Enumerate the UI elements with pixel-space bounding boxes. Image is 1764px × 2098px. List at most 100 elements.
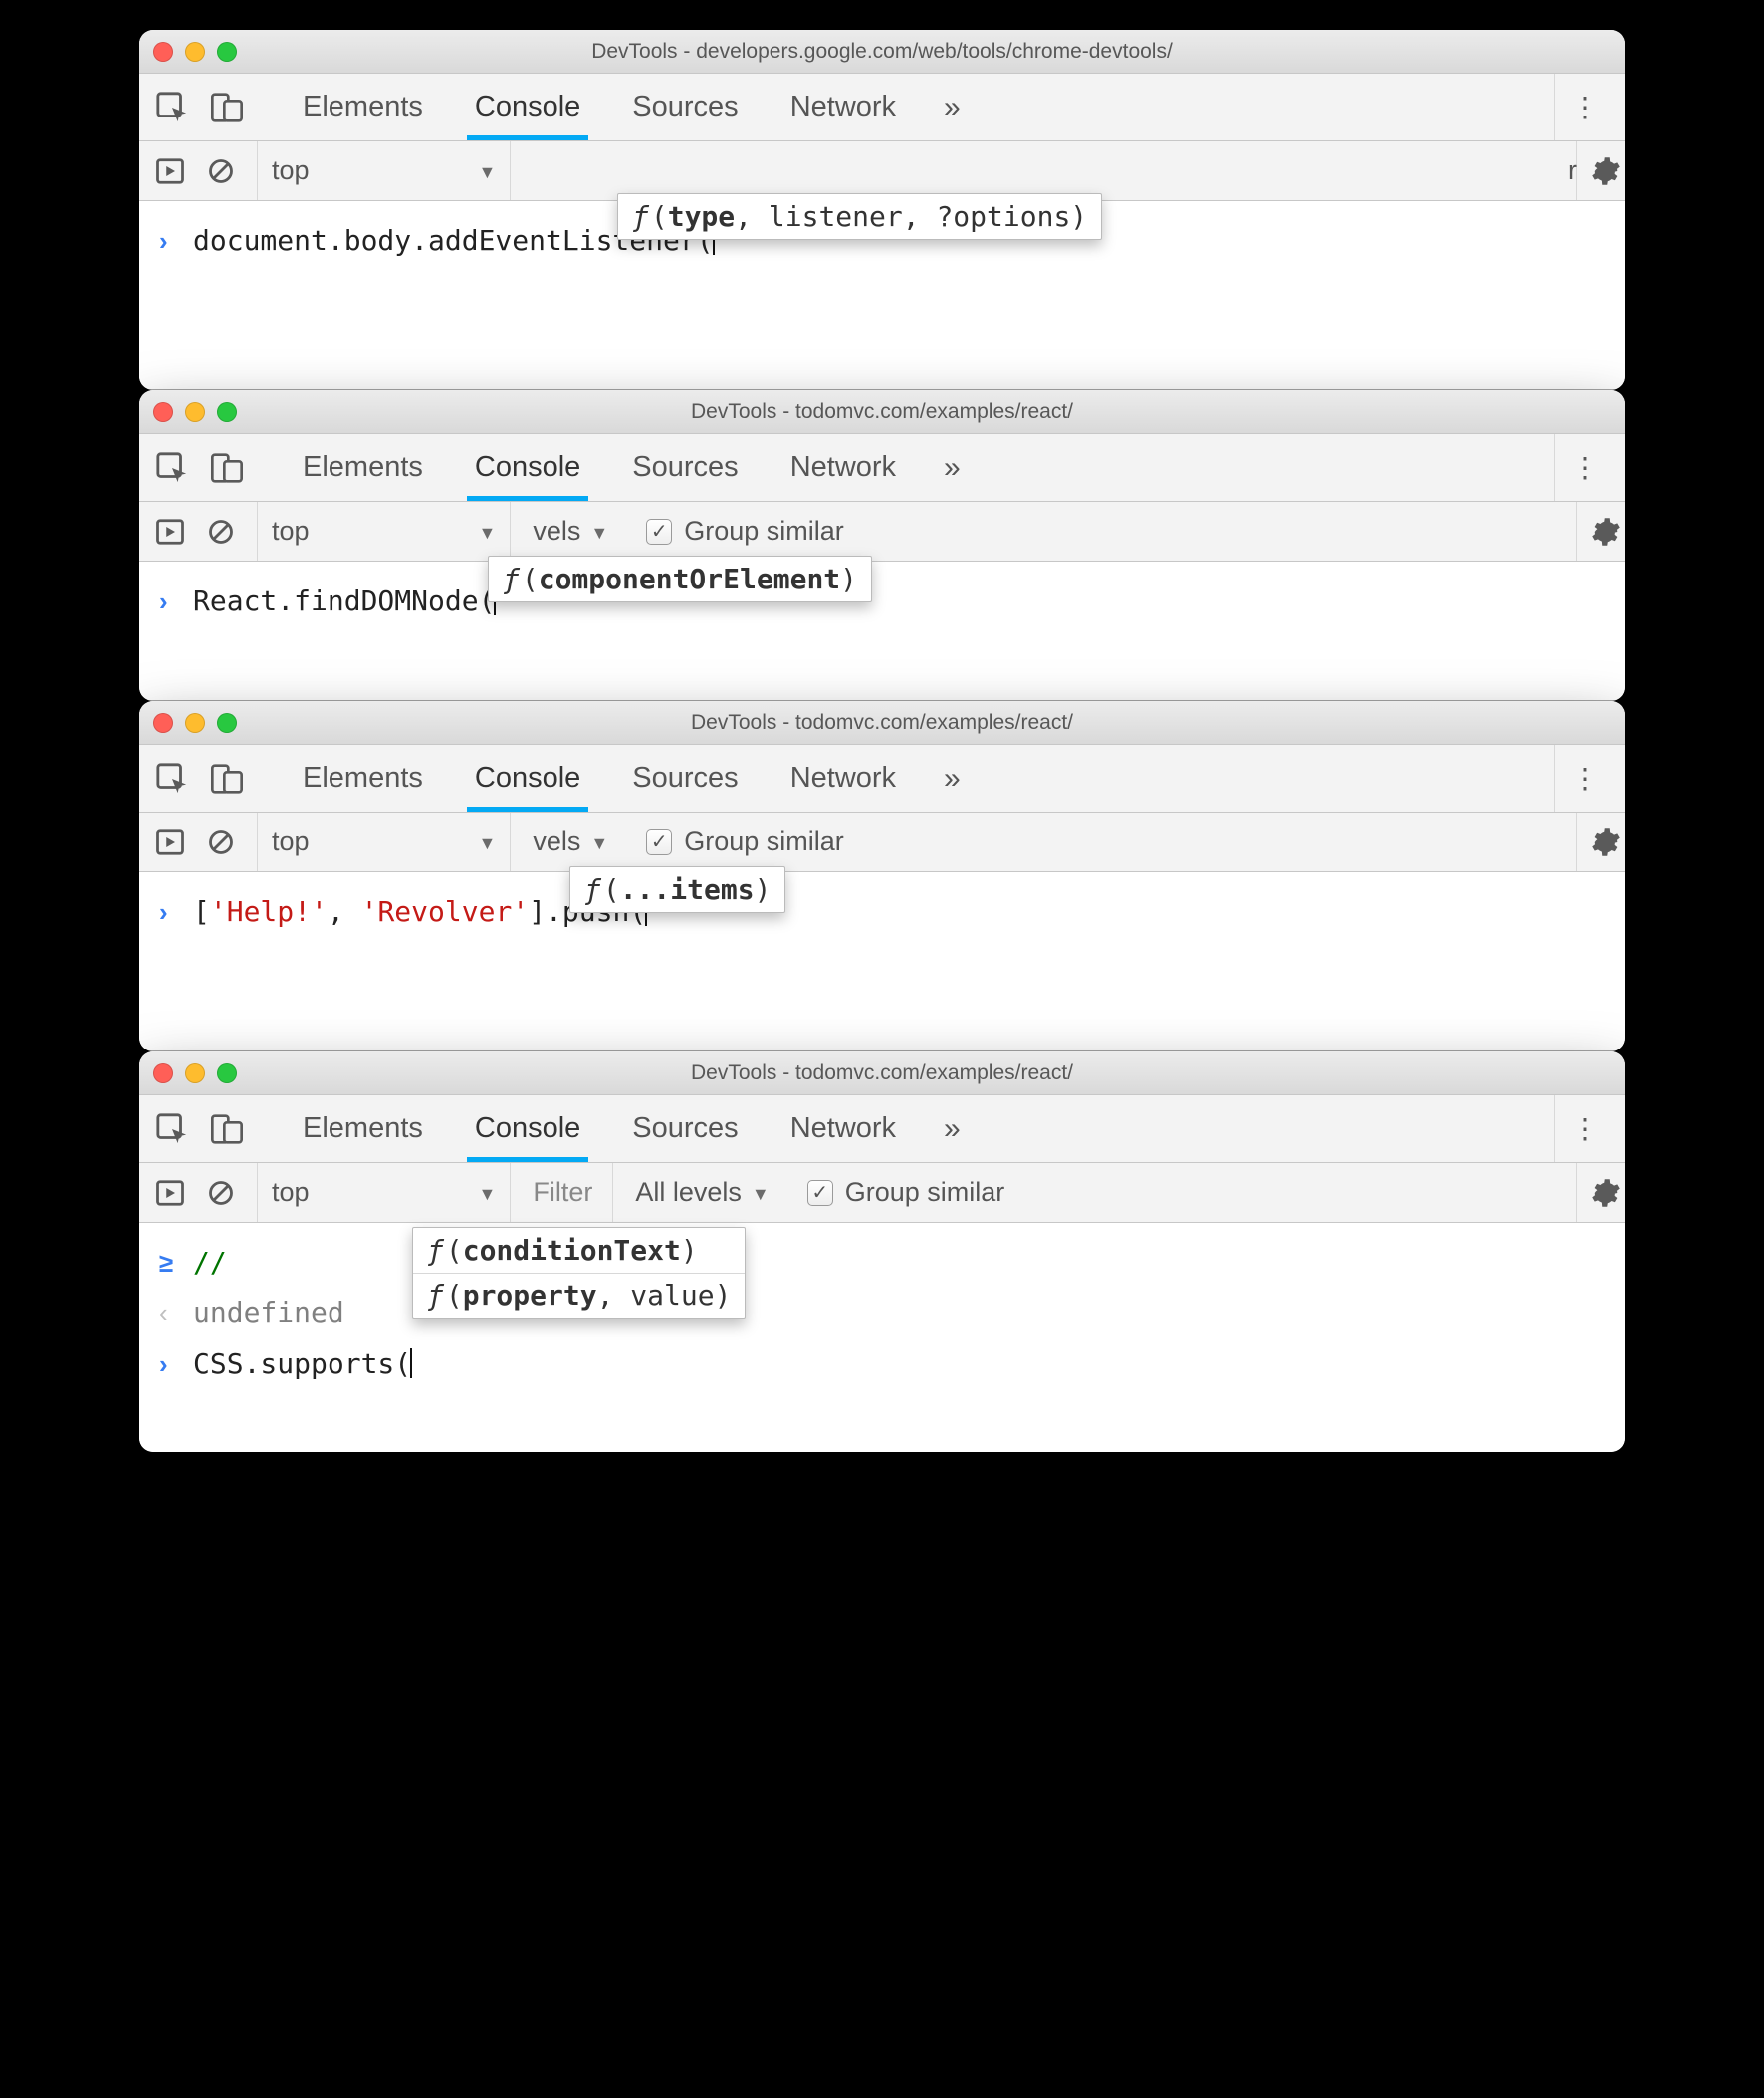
console-toolbar: top ▼ vels▼ ✓ Group similar — [139, 813, 1625, 872]
clear-console-icon[interactable] — [207, 157, 235, 185]
tabs-overflow-icon[interactable]: » — [944, 451, 961, 485]
console-panel[interactable]: ƒ(componentOrElement) › React.findDOMNod… — [139, 562, 1625, 701]
console-input-row[interactable]: › React.findDOMNode( — [159, 580, 1605, 624]
execution-context-select[interactable]: top ▼ — [257, 502, 511, 561]
tabs-overflow-icon[interactable]: » — [944, 1112, 961, 1146]
window-zoom-icon[interactable] — [217, 713, 237, 733]
kebab-menu-icon[interactable]: ⋮ — [1554, 1095, 1615, 1162]
settings-icon[interactable] — [1576, 141, 1621, 200]
log-levels-select[interactable]: vels▼ — [533, 502, 608, 561]
tab-elements[interactable]: Elements — [303, 434, 423, 501]
signature-tooltip: ƒ(conditionText)ƒ(property, value) — [412, 1227, 746, 1319]
inspect-icon[interactable] — [155, 451, 189, 485]
panel-tabbar: Elements Console Sources Network » ⋮ — [139, 1095, 1625, 1163]
window-title: DevTools - todomvc.com/examples/react/ — [139, 1061, 1625, 1085]
group-similar-toggle[interactable]: ✓ Group similar — [646, 826, 844, 857]
window-close-icon[interactable] — [153, 402, 173, 422]
settings-icon[interactable] — [1576, 813, 1621, 871]
tab-console[interactable]: Console — [475, 74, 580, 140]
tab-console[interactable]: Console — [475, 1095, 580, 1162]
group-similar-toggle[interactable]: ✓ Group similar — [646, 516, 844, 547]
window-title: DevTools - todomvc.com/examples/react/ — [139, 711, 1625, 735]
signature-tooltip: ƒ(...items) — [569, 866, 785, 913]
tab-console[interactable]: Console — [475, 434, 580, 501]
execution-context-select[interactable]: top ▼ — [257, 1163, 511, 1222]
chevron-down-icon: ▼ — [479, 523, 497, 544]
window-close-icon[interactable] — [153, 1063, 173, 1083]
titlebar[interactable]: DevTools - todomvc.com/examples/react/ — [139, 1051, 1625, 1095]
tab-network[interactable]: Network — [790, 74, 896, 140]
toggle-drawer-icon[interactable] — [155, 517, 185, 547]
inspect-icon[interactable] — [155, 1112, 189, 1146]
tab-sources[interactable]: Sources — [632, 74, 738, 140]
window-minimize-icon[interactable] — [185, 1063, 205, 1083]
console-panel[interactable]: ƒ(...items) › ['Help!', 'Revolver'].push… — [139, 872, 1625, 1051]
tabs-overflow-icon[interactable]: » — [944, 762, 961, 796]
console-input-history-row: ≥// — [159, 1241, 1605, 1285]
signature-tooltip: ƒ(type, listener, ?options) — [617, 193, 1102, 240]
window-zoom-icon[interactable] — [217, 42, 237, 62]
device-mode-icon[interactable] — [211, 1113, 243, 1145]
window-minimize-icon[interactable] — [185, 42, 205, 62]
window-title: DevTools - todomvc.com/examples/react/ — [139, 400, 1625, 424]
window-minimize-icon[interactable] — [185, 402, 205, 422]
execution-context-select[interactable]: top ▼ — [257, 813, 511, 871]
tab-network[interactable]: Network — [790, 1095, 896, 1162]
tab-console[interactable]: Console — [475, 745, 580, 812]
tab-sources[interactable]: Sources — [632, 745, 738, 812]
log-levels-select[interactable]: vels▼ — [533, 813, 608, 871]
console-input[interactable]: CSS.supports( — [193, 1342, 412, 1387]
panel-tabbar: Elements Console Sources Network » ⋮ — [139, 745, 1625, 813]
console-panel[interactable]: ƒ(conditionText)ƒ(property, value) ≥// ‹… — [139, 1223, 1625, 1452]
filter-input[interactable]: Filter — [533, 1163, 613, 1222]
inspect-icon[interactable] — [155, 91, 189, 124]
console-panel[interactable]: ƒ(type, listener, ?options) › document.b… — [139, 201, 1625, 390]
execution-context-select[interactable]: top ▼ — [257, 141, 511, 200]
kebab-menu-icon[interactable]: ⋮ — [1554, 74, 1615, 140]
console-input-row[interactable]: › CSS.supports( — [159, 1342, 1605, 1387]
console-input-row[interactable]: › ['Help!', 'Revolver'].push( — [159, 890, 1605, 935]
tab-network[interactable]: Network — [790, 434, 896, 501]
device-mode-icon[interactable] — [211, 92, 243, 123]
titlebar[interactable]: DevTools - developers.google.com/web/too… — [139, 30, 1625, 74]
tab-network[interactable]: Network — [790, 745, 896, 812]
titlebar[interactable]: DevTools - todomvc.com/examples/react/ — [139, 390, 1625, 434]
prompt-icon: › — [159, 1344, 177, 1386]
toggle-drawer-icon[interactable] — [155, 827, 185, 857]
tab-elements[interactable]: Elements — [303, 1095, 423, 1162]
checkbox-icon: ✓ — [646, 829, 672, 855]
tab-sources[interactable]: Sources — [632, 434, 738, 501]
window-minimize-icon[interactable] — [185, 713, 205, 733]
titlebar[interactable]: DevTools - todomvc.com/examples/react/ — [139, 701, 1625, 745]
clear-console-icon[interactable] — [207, 518, 235, 546]
tab-sources[interactable]: Sources — [632, 1095, 738, 1162]
toggle-drawer-icon[interactable] — [155, 156, 185, 186]
kebab-menu-icon[interactable]: ⋮ — [1554, 434, 1615, 501]
log-levels-select[interactable]: All levels▼ — [635, 1163, 769, 1222]
window-close-icon[interactable] — [153, 713, 173, 733]
toggle-drawer-icon[interactable] — [155, 1178, 185, 1208]
prompt-icon: ≥ — [159, 1243, 177, 1284]
window-zoom-icon[interactable] — [217, 402, 237, 422]
panel-tabbar: Elements Console Sources Network » ⋮ — [139, 434, 1625, 502]
tab-elements[interactable]: Elements — [303, 745, 423, 812]
console-input[interactable]: React.findDOMNode( — [193, 580, 496, 624]
settings-icon[interactable] — [1576, 1163, 1621, 1222]
clipped-text: r — [1568, 155, 1577, 186]
window-close-icon[interactable] — [153, 42, 173, 62]
chevron-down-icon: ▼ — [479, 162, 497, 183]
clear-console-icon[interactable] — [207, 1179, 235, 1207]
signature-line: ƒ(property, value) — [413, 1273, 745, 1318]
group-similar-toggle[interactable]: ✓ Group similar — [807, 1177, 1005, 1208]
window-zoom-icon[interactable] — [217, 1063, 237, 1083]
settings-icon[interactable] — [1576, 502, 1621, 561]
clear-console-icon[interactable] — [207, 828, 235, 856]
kebab-menu-icon[interactable]: ⋮ — [1554, 745, 1615, 812]
console-toolbar: top ▼ r — [139, 141, 1625, 201]
tab-elements[interactable]: Elements — [303, 74, 423, 140]
tabs-overflow-icon[interactable]: » — [944, 91, 961, 124]
device-mode-icon[interactable] — [211, 452, 243, 484]
console-toolbar: top ▼ Filter All levels▼ ✓ Group similar — [139, 1163, 1625, 1223]
device-mode-icon[interactable] — [211, 763, 243, 795]
inspect-icon[interactable] — [155, 762, 189, 796]
